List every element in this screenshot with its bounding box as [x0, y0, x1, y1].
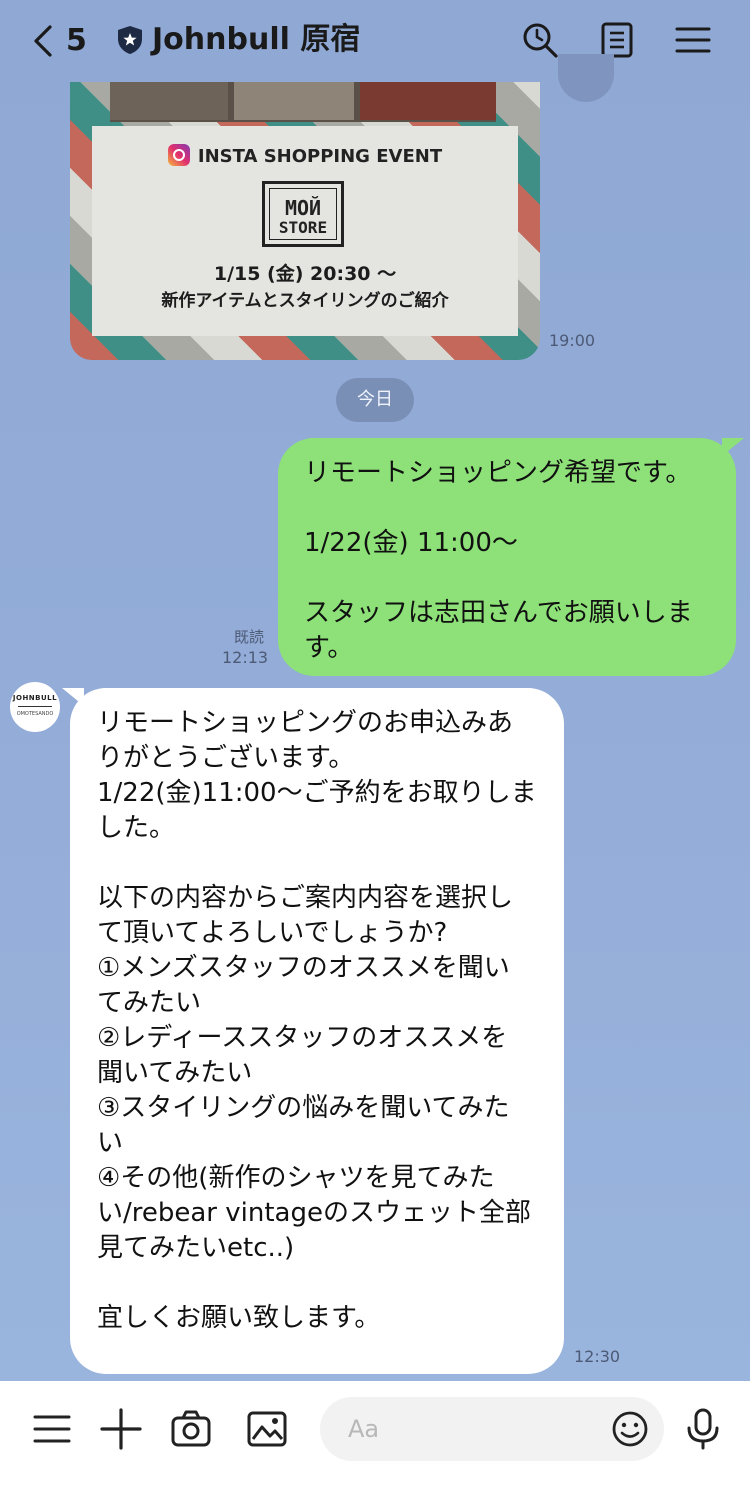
store-logo: MOЙ STORE — [262, 181, 344, 247]
image-icon[interactable] — [245, 1407, 289, 1451]
read-receipt: 既読 — [234, 628, 265, 646]
received-message-text: リモートショッピングのお申込みあ りがとうございます。 1/22(金)11:00… — [97, 708, 537, 1333]
plus-icon[interactable] — [99, 1407, 143, 1451]
avatar-subtext: OMOTESANDO — [16, 711, 54, 717]
product-photos — [110, 82, 496, 122]
image-message[interactable]: INSTA SHOPPING EVENT MOЙ STORE 1/15 (金) … — [70, 82, 540, 360]
avatar[interactable]: JOHNBULL OMOTESANDO — [10, 682, 60, 732]
instagram-icon — [167, 144, 190, 166]
sent-message-text: リモートショッピング希望です。 1/22(金) 11:00～ スタッフは志田さん… — [304, 458, 693, 663]
date-separator: 今日 — [336, 378, 414, 422]
camera-icon[interactable] — [169, 1407, 213, 1451]
input-bar: Aa — [0, 1381, 750, 1489]
event-date: 1/15 (金) 20:30 ～ — [213, 263, 397, 285]
logo-line-1: MOЙ — [284, 196, 322, 220]
avatar-text: JOHNBULL — [12, 694, 58, 702]
unread-count[interactable]: 5 — [66, 22, 87, 60]
event-label-row: INSTA SHOPPING EVENT — [92, 144, 518, 167]
menu-icon[interactable] — [30, 1407, 74, 1451]
sent-message-time: 12:13 — [222, 648, 269, 667]
chat-title: Johnbull 原宿 — [152, 22, 361, 57]
message-input-placeholder: Aa — [348, 1415, 380, 1443]
back-chevron-icon[interactable] — [30, 22, 60, 60]
logo-line-2: STORE — [278, 218, 328, 237]
microphone-icon[interactable] — [681, 1407, 725, 1451]
chat-header: 5 Johnbull 原宿 — [0, 0, 750, 82]
event-label: INSTA SHOPPING EVENT — [197, 146, 443, 167]
message-input[interactable]: Aa — [320, 1397, 664, 1461]
emoji-icon[interactable] — [610, 1409, 650, 1449]
event-description: 新作アイテムとスタイリングのご紹介 — [161, 291, 449, 311]
official-shield-icon — [118, 26, 142, 54]
received-message-time: 12:30 — [574, 1347, 621, 1366]
event-panel: INSTA SHOPPING EVENT MOЙ STORE 1/15 (金) … — [92, 126, 518, 336]
received-message-bubble[interactable]: リモートショッピングのお申込みあ りがとうございます。 1/22(金)11:00… — [62, 688, 564, 1374]
sent-message-bubble[interactable]: リモートショッピング希望です。 1/22(金) 11:00～ スタッフは志田さん… — [278, 438, 744, 676]
menu-icon[interactable] — [673, 20, 713, 60]
image-message-time: 19:00 — [549, 331, 596, 350]
search-icon[interactable] — [520, 20, 560, 60]
share-button[interactable] — [558, 54, 614, 102]
